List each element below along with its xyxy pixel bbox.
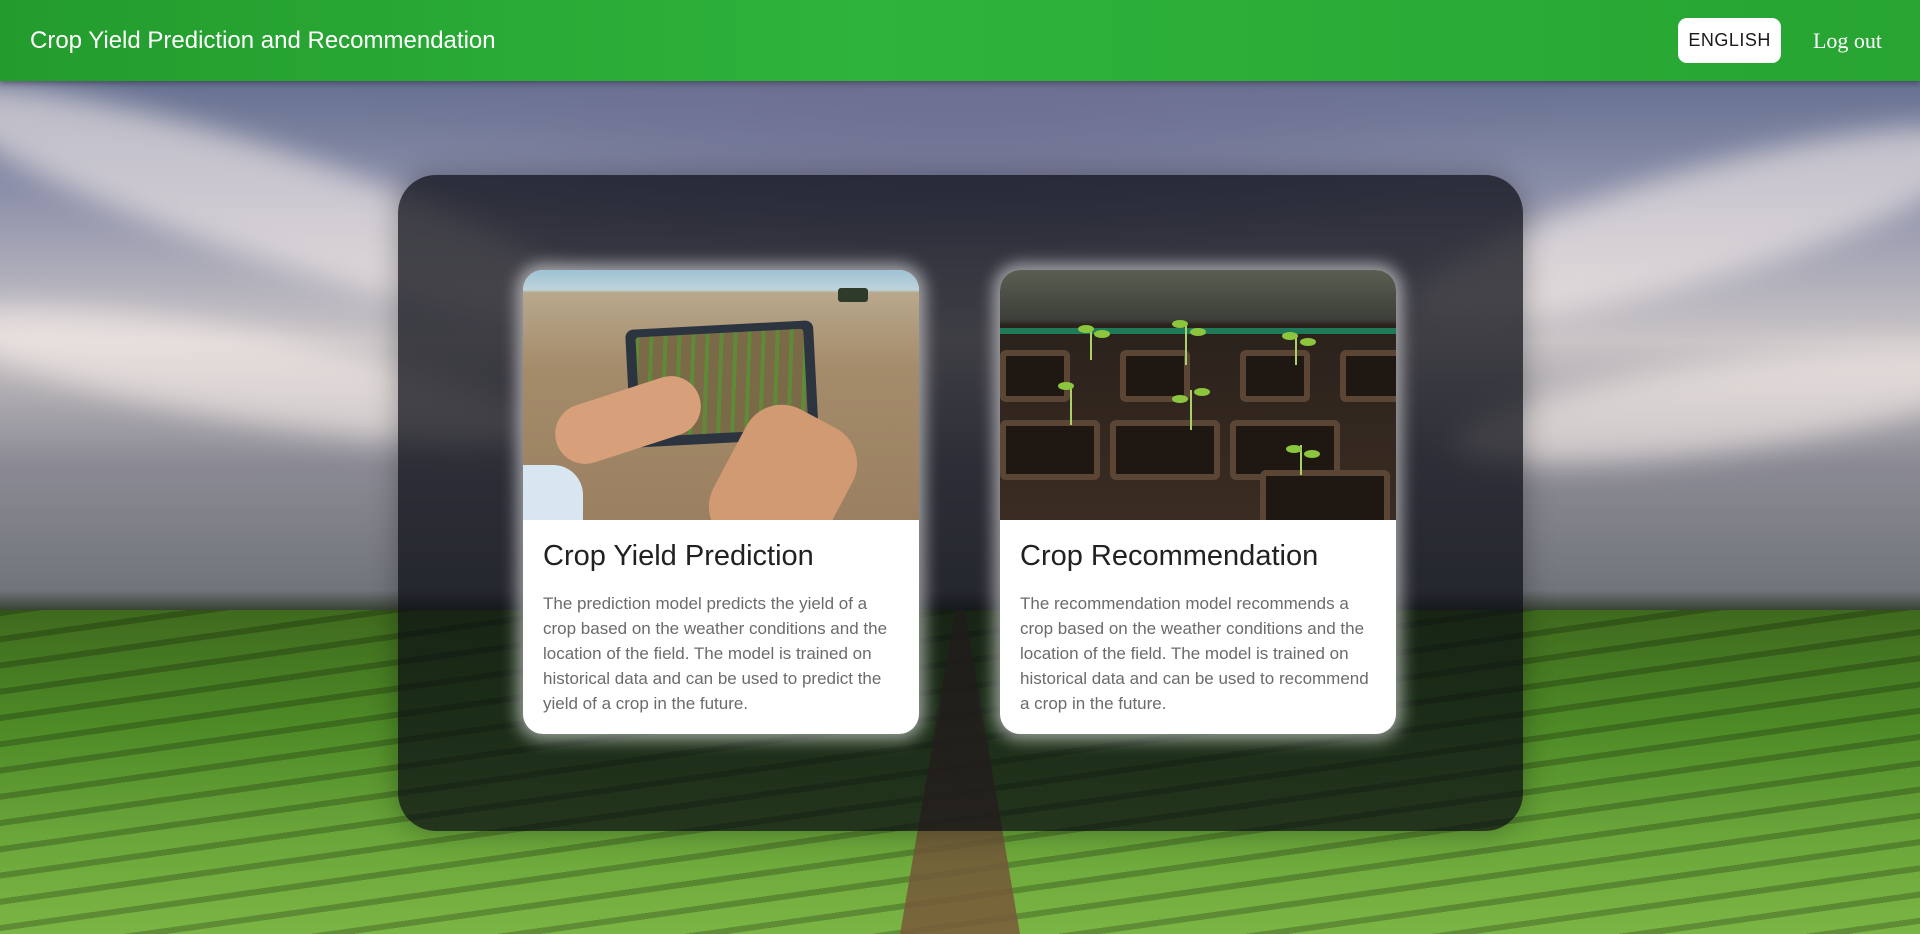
soil-cell	[1000, 420, 1100, 480]
seedling-leaf	[1172, 320, 1188, 328]
card-title: Crop Yield Prediction	[543, 540, 814, 572]
card-description: The prediction model predicts the yield …	[543, 594, 888, 713]
logout-link[interactable]: Log out	[1813, 28, 1890, 54]
soil-cell	[1260, 470, 1390, 520]
language-button[interactable]: ENGLISH	[1678, 18, 1781, 63]
soil-cell	[1000, 350, 1070, 402]
soil-cell	[1340, 350, 1396, 402]
seedling-stem	[1090, 330, 1092, 360]
tractor	[838, 288, 868, 302]
app-title: Crop Yield Prediction and Recommendation	[30, 26, 496, 54]
card-description: The recommendation model recommends a cr…	[1020, 594, 1369, 713]
top-navbar: Crop Yield Prediction and Recommendation…	[0, 0, 1920, 81]
seedling-leaf	[1286, 445, 1302, 453]
card-title: Crop Recommendation	[1020, 540, 1319, 572]
cards-panel: Crop Yield Prediction The prediction mod…	[398, 175, 1523, 831]
card-body: Crop Recommendation The recommendation m…	[1000, 520, 1396, 716]
seedling-leaf	[1078, 325, 1094, 333]
seedlings-tray-image	[1000, 270, 1396, 520]
seedling-leaf	[1190, 328, 1206, 336]
soil-cell	[1110, 420, 1220, 480]
crop-yield-prediction-card[interactable]: Crop Yield Prediction The prediction mod…	[523, 270, 919, 734]
navbar-actions: ENGLISH Log out	[1678, 18, 1890, 63]
seedling-stem	[1185, 325, 1187, 365]
seedling-stem	[1295, 335, 1297, 365]
seedling-stem	[1070, 385, 1072, 425]
crop-recommendation-card[interactable]: Crop Recommendation The recommendation m…	[1000, 270, 1396, 734]
soil-cell	[1240, 350, 1310, 402]
tablet-in-field-image	[523, 270, 919, 520]
seedling-leaf	[1300, 338, 1316, 346]
seedling-leaf	[1194, 388, 1210, 396]
seedling-leaf	[1058, 382, 1074, 390]
seedling-stem	[1190, 390, 1192, 430]
seedling-leaf	[1282, 332, 1298, 340]
seedling-leaf	[1304, 450, 1320, 458]
seedling-leaf	[1094, 330, 1110, 338]
seedling-leaf	[1172, 395, 1188, 403]
card-body: Crop Yield Prediction The prediction mod…	[523, 520, 919, 716]
sleeve	[523, 465, 583, 520]
